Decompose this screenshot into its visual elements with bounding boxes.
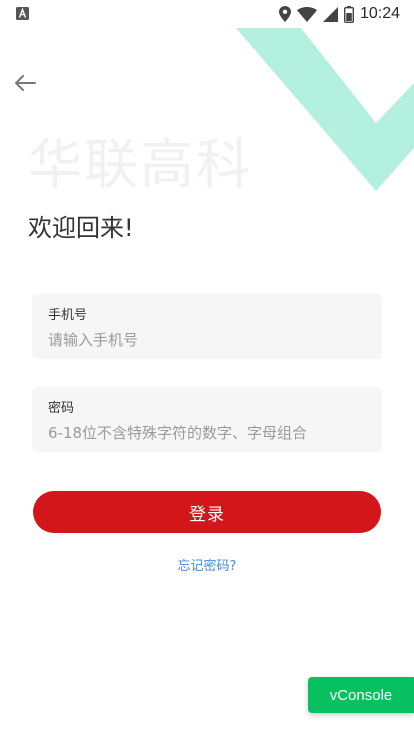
- password-field[interactable]: 密码: [32, 387, 382, 452]
- login-screen: 10:24 华联高科 欢迎回来! 手机号 密码 登录 忘记密码? vConsol…: [0, 0, 414, 736]
- battery-icon: [343, 5, 354, 23]
- status-time: 10:24: [359, 5, 400, 22]
- password-label: 密码: [48, 401, 75, 416]
- welcome-title: 欢迎回来!: [28, 214, 134, 242]
- forgot-password-link[interactable]: 忘记密码?: [0, 555, 414, 574]
- status-bar: 10:24: [0, 0, 414, 28]
- phone-input[interactable]: [48, 328, 368, 352]
- back-button[interactable]: [10, 68, 40, 98]
- check-decoration-icon: [236, 28, 414, 191]
- vconsole-button[interactable]: vConsole: [308, 677, 414, 713]
- arrow-left-icon: [15, 75, 36, 91]
- phone-field[interactable]: 手机号: [32, 294, 382, 359]
- app-notification-icon: [16, 7, 29, 20]
- phone-label: 手机号: [48, 308, 88, 323]
- location-icon: [278, 6, 291, 22]
- signal-icon: [322, 6, 338, 22]
- status-icons: 10:24: [278, 4, 400, 24]
- password-input[interactable]: [48, 421, 368, 445]
- login-button[interactable]: 登录: [33, 491, 381, 533]
- wifi-icon: [296, 6, 317, 22]
- brand-watermark: 华联高科: [28, 133, 252, 196]
